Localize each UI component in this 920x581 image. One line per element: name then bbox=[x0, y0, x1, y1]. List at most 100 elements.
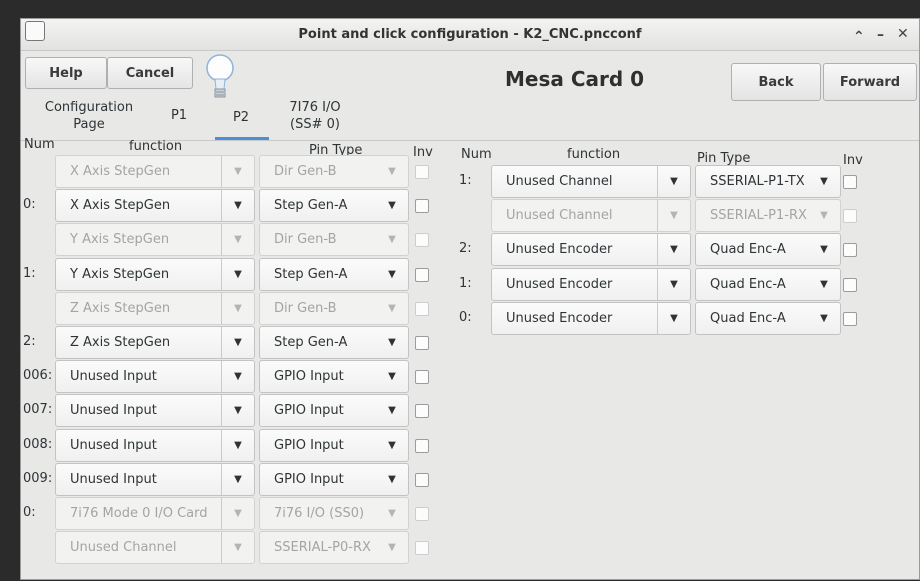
function-value: Y Axis StepGen bbox=[70, 266, 170, 282]
right-inv-header: Inv bbox=[843, 153, 863, 168]
pin-type-select[interactable]: Quad Enc-A ▼ bbox=[695, 301, 841, 335]
dropdown-arrow-icon: ▼ bbox=[820, 176, 828, 187]
invert-checkbox[interactable] bbox=[415, 404, 429, 419]
help-button[interactable]: Help bbox=[25, 57, 107, 89]
pin-type-value: Dir Gen-B bbox=[274, 164, 337, 179]
pin-type-value: Dir Gen-B bbox=[274, 232, 337, 248]
row-num: 0: bbox=[459, 309, 472, 325]
p2-panel: Num function Pin Type Inv Num function P… bbox=[21, 137, 919, 581]
row-num: 2: bbox=[23, 334, 36, 349]
row-num: 1: bbox=[459, 173, 472, 188]
dropdown-arrow-icon: ▼ bbox=[670, 210, 678, 222]
pin-type-select[interactable]: GPIO Input ▼ bbox=[259, 394, 409, 428]
dropdown-arrow-icon: ▼ bbox=[820, 312, 828, 324]
function-select[interactable]: Unused Encoder ▼ bbox=[491, 301, 691, 335]
close-icon[interactable]: ✕ bbox=[897, 26, 909, 42]
pin-type-select[interactable]: GPIO Input ▼ bbox=[259, 360, 409, 394]
row-num: 1: bbox=[23, 265, 36, 281]
invert-checkbox bbox=[415, 165, 429, 179]
pin-type-select[interactable]: Step Gen-A ▼ bbox=[259, 257, 409, 291]
invert-checkbox[interactable] bbox=[415, 267, 429, 282]
back-button[interactable]: Back bbox=[731, 63, 821, 101]
function-select[interactable]: Z Axis StepGen ▼ bbox=[55, 326, 255, 359]
function-select: Unused Channel ▼ bbox=[491, 199, 691, 233]
invert-checkbox[interactable] bbox=[843, 243, 857, 258]
function-select[interactable]: Unused Input ▼ bbox=[55, 428, 255, 462]
dropdown-arrow-icon: ▼ bbox=[388, 200, 396, 212]
invert-checkbox[interactable] bbox=[415, 472, 429, 487]
pin-type-value: Quad Enc-A bbox=[710, 242, 786, 258]
dropdown-arrow-icon: ▼ bbox=[388, 439, 396, 451]
dropdown-arrow-icon: ▼ bbox=[388, 268, 396, 280]
function-select[interactable]: Unused Encoder ▼ bbox=[491, 233, 691, 267]
dropdown-arrow-icon: ▼ bbox=[670, 278, 678, 290]
pin-type-value: Step Gen-A bbox=[274, 335, 348, 350]
invert-checkbox bbox=[415, 301, 429, 316]
function-select: Z Axis StepGen ▼ bbox=[55, 291, 255, 325]
function-select: X Axis StepGen ▼ bbox=[55, 155, 255, 188]
function-value: Unused Encoder bbox=[506, 310, 613, 326]
row-num: 006: bbox=[23, 368, 53, 384]
dropdown-arrow-icon: ▼ bbox=[234, 234, 242, 246]
invert-checkbox[interactable] bbox=[415, 199, 429, 214]
pin-type-select[interactable]: Step Gen-A ▼ bbox=[259, 189, 409, 223]
dropdown-arrow-icon: ▼ bbox=[234, 166, 242, 177]
pin-type-value: SSERIAL-P1-RX bbox=[710, 208, 807, 224]
dropdown-arrow-icon: ▼ bbox=[388, 542, 396, 554]
pin-type-select: SSERIAL-P0-RX ▼ bbox=[259, 531, 409, 565]
tab-label: P2 bbox=[232, 110, 250, 125]
pin-type-value: GPIO Input bbox=[274, 369, 344, 385]
invert-checkbox[interactable] bbox=[415, 438, 429, 453]
tab-p2[interactable]: P2 bbox=[221, 109, 261, 126]
invert-checkbox[interactable] bbox=[843, 311, 857, 326]
pin-type-select[interactable]: GPIO Input ▼ bbox=[259, 428, 409, 462]
invert-checkbox[interactable] bbox=[415, 370, 429, 385]
pin-type-select[interactable]: Step Gen-A ▼ bbox=[259, 326, 409, 359]
dropdown-arrow-icon: ▼ bbox=[388, 302, 396, 314]
pin-type-select[interactable]: SSERIAL-P1-TX ▼ bbox=[695, 165, 841, 198]
pin-type-value: GPIO Input bbox=[274, 403, 344, 419]
tab-bar: Configuration Page P1 P2 7I76 I/O (SS# 0… bbox=[21, 97, 919, 141]
pin-type-select[interactable]: GPIO Input ▼ bbox=[259, 462, 409, 496]
pin-type-select[interactable]: Quad Enc-A ▼ bbox=[695, 233, 841, 267]
function-value: Z Axis StepGen bbox=[70, 335, 171, 350]
cancel-button[interactable]: Cancel bbox=[107, 57, 193, 89]
maximize-icon[interactable]: ⌃ bbox=[853, 29, 865, 45]
function-select[interactable]: X Axis StepGen ▼ bbox=[55, 189, 255, 223]
function-select[interactable]: Unused Encoder ▼ bbox=[491, 267, 691, 301]
minimize-icon[interactable]: – bbox=[877, 27, 884, 43]
tab-7i76-io[interactable]: 7I76 I/O (SS# 0) bbox=[275, 99, 355, 133]
function-select[interactable]: Unused Input ▼ bbox=[55, 394, 255, 428]
left-function-header: function bbox=[129, 139, 183, 154]
pin-type-value: Dir Gen-B bbox=[274, 300, 337, 316]
invert-checkbox[interactable] bbox=[843, 277, 857, 292]
function-value: Unused Input bbox=[70, 437, 157, 453]
row-num: 0: bbox=[23, 505, 36, 520]
dropdown-arrow-icon: ▼ bbox=[388, 371, 396, 383]
pin-type-value: Quad Enc-A bbox=[710, 310, 786, 326]
pin-type-select: 7i76 I/O (SS0) ▼ bbox=[259, 497, 409, 530]
pin-type-value: Quad Enc-A bbox=[710, 276, 786, 292]
invert-checkbox bbox=[843, 209, 857, 224]
dropdown-arrow-icon: ▼ bbox=[388, 473, 396, 485]
dropdown-arrow-icon: ▼ bbox=[670, 244, 678, 256]
function-select[interactable]: Unused Input ▼ bbox=[55, 360, 255, 394]
function-select[interactable]: Unused Input ▼ bbox=[55, 462, 255, 496]
forward-button[interactable]: Forward bbox=[823, 63, 917, 101]
pin-type-value: SSERIAL-P1-TX bbox=[710, 174, 805, 189]
function-value: Z Axis StepGen bbox=[70, 300, 171, 316]
tab-label: (SS# 0) bbox=[290, 117, 340, 132]
dropdown-arrow-icon: ▼ bbox=[820, 278, 828, 290]
function-select[interactable]: Unused Channel ▼ bbox=[491, 165, 691, 198]
tab-configuration-page[interactable]: Configuration Page bbox=[39, 99, 139, 133]
invert-checkbox[interactable] bbox=[415, 336, 429, 350]
tab-label: P1 bbox=[170, 108, 188, 123]
invert-checkbox[interactable] bbox=[843, 175, 857, 189]
function-select[interactable]: Y Axis StepGen ▼ bbox=[55, 257, 255, 291]
dropdown-arrow-icon: ▼ bbox=[234, 371, 242, 383]
pin-type-value: GPIO Input bbox=[274, 471, 344, 487]
tab-p1[interactable]: P1 bbox=[159, 107, 199, 124]
row-num: 007: bbox=[23, 402, 53, 418]
pin-type-select[interactable]: Quad Enc-A ▼ bbox=[695, 267, 841, 301]
function-value: Unused Channel bbox=[70, 540, 177, 556]
